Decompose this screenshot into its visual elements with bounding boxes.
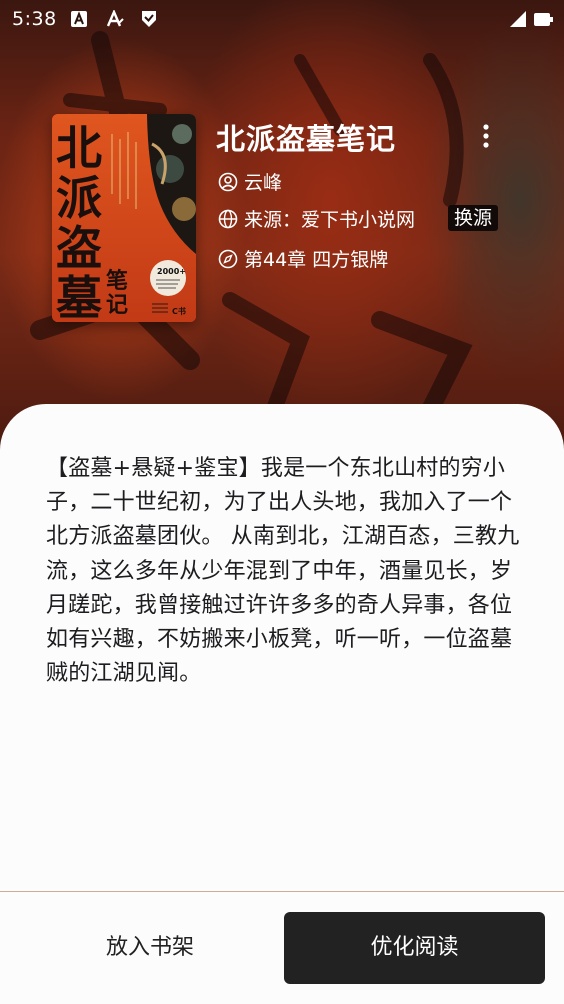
add-to-shelf-button[interactable]: 放入书架 [20,912,280,984]
cover-badge-text: 2000+ [157,267,186,276]
cover-sub-char: 记 [106,292,128,318]
chapter-row[interactable]: 第44章 四方银牌 [218,245,388,272]
cover-publisher-mark: C书 [172,306,186,316]
status-time: 5:38 [12,8,57,30]
source-label: 来源：爱下书小说网 [244,209,416,231]
author-row[interactable]: 云峰 [218,168,282,195]
book-intro: 【盗墓+悬疑+鉴宝】我是一个东北山村的穷小子，二十世纪初，为了出人头地，我加入了… [46,456,520,687]
bottom-divider [0,891,564,892]
globe-icon [218,209,238,228]
compass-icon [218,249,238,268]
battery-icon [534,13,553,26]
cover-badge [150,260,186,296]
cover-char: 盗 [56,221,102,275]
status-bar: 5:38 [0,0,564,40]
optimized-read-button[interactable]: 优化阅读 [284,912,545,984]
signal-battery-icons [510,11,553,27]
a-icon [71,11,87,27]
swap-source-button[interactable]: 换源 [448,205,499,231]
source-row: 来源：爱下书小说网 [218,205,415,232]
user-icon [218,172,238,191]
cover-char: 墓 [56,271,103,322]
signal-icon [510,11,526,27]
book-cover[interactable]: 北 派 盗 墓 笔 记 2000+ C书 [52,114,196,322]
text-icon [106,10,124,27]
cover-char: 北 [56,121,102,175]
book-title: 北派盗墓笔记 [216,122,397,156]
cover-char: 派 [56,171,102,225]
shield-icon [142,11,156,27]
cover-sub-char: 笔 [106,268,128,294]
current-chapter: 第44章 四方银牌 [244,249,389,271]
author-name: 云峰 [244,172,283,194]
more-options-icon[interactable] [472,122,500,150]
